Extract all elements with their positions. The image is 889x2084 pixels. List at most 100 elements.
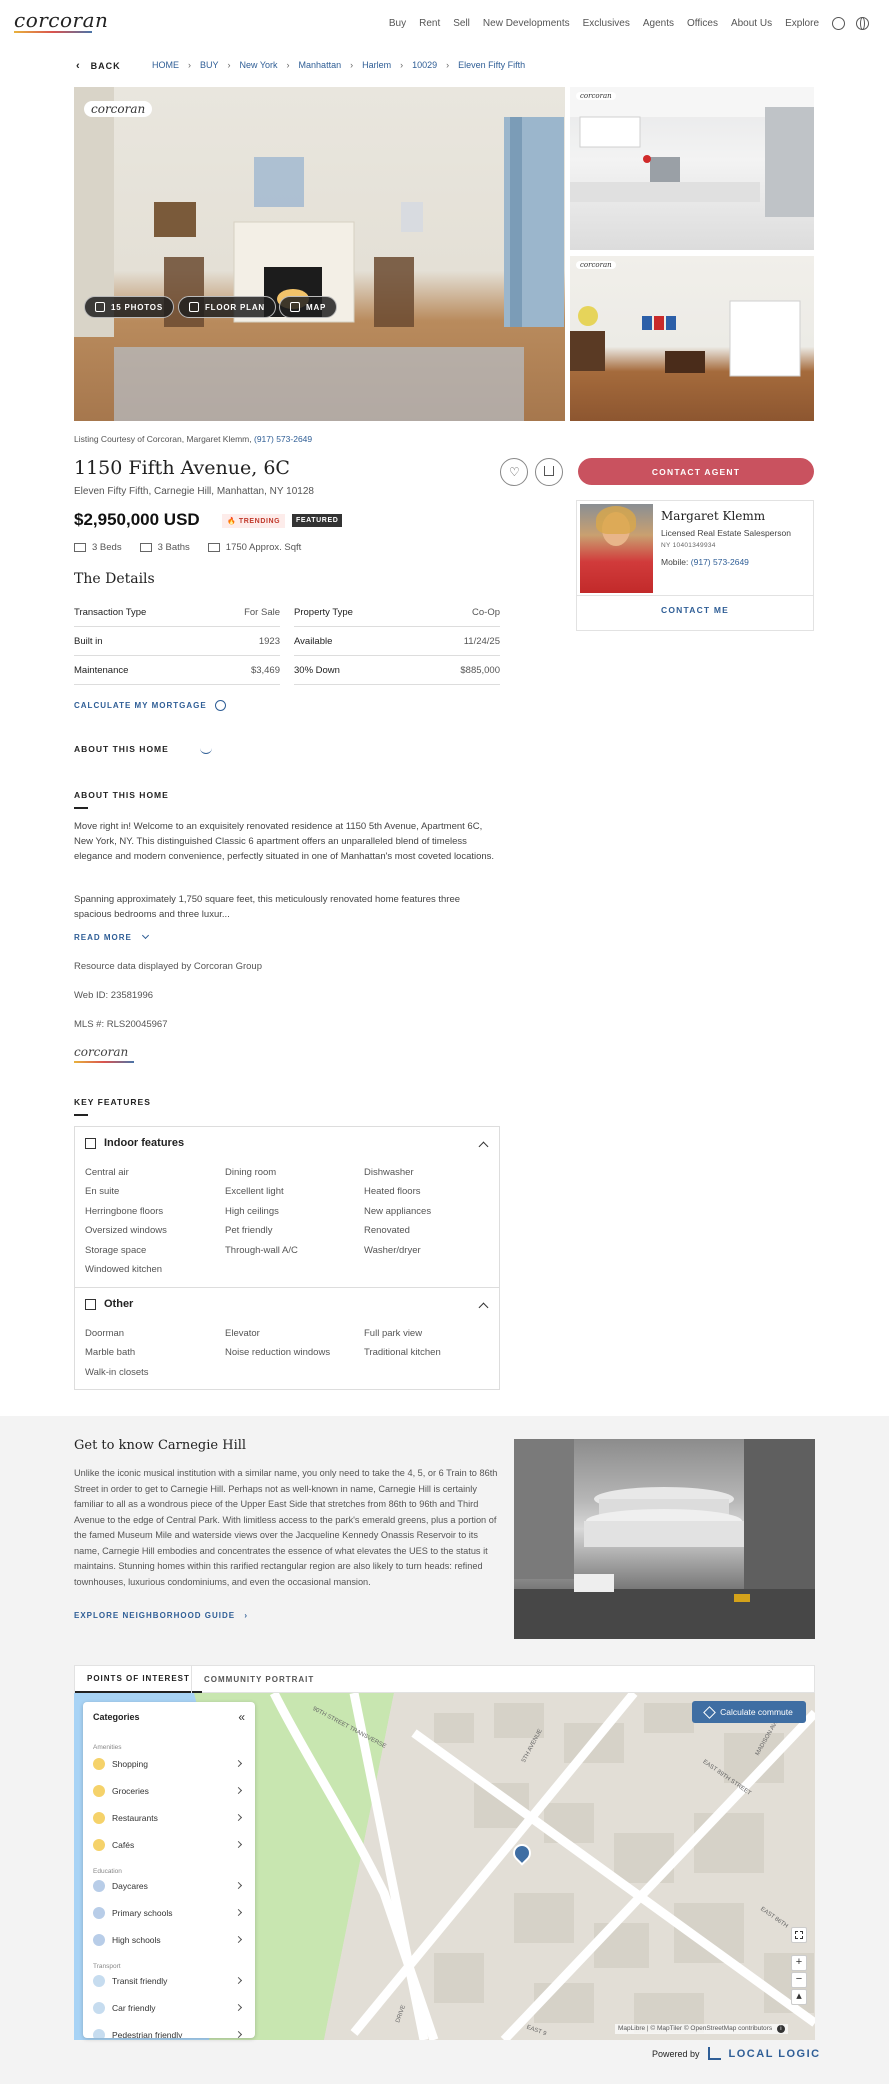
chevron-right-icon bbox=[234, 1759, 243, 1768]
listing-facts: 3 Beds 3 Baths 1750 Approx. Sqft bbox=[74, 542, 301, 553]
collapse-panel-icon[interactable]: « bbox=[238, 1710, 245, 1724]
nav-about-us[interactable]: About Us bbox=[731, 18, 772, 29]
poi-high-schools[interactable]: High schools bbox=[93, 1931, 245, 1949]
about-collapsed-toggle[interactable]: ABOUT THIS HOME bbox=[74, 744, 169, 754]
poi-shopping[interactable]: Shopping bbox=[93, 1755, 245, 1773]
info-icon[interactable]: i bbox=[776, 2025, 785, 2033]
sqft-fact: 1750 Approx. Sqft bbox=[207, 542, 301, 553]
floor-plan-button[interactable]: FLOOR PLAN bbox=[178, 296, 276, 318]
zoom-out-button[interactable]: − bbox=[791, 1972, 807, 1988]
chevron-down-circle-icon bbox=[214, 700, 226, 711]
corcoran-logo[interactable]: corcoran bbox=[14, 8, 108, 32]
favorite-button[interactable]: ♡ bbox=[500, 458, 528, 486]
nav-explore[interactable]: Explore bbox=[785, 18, 819, 29]
key-features-heading: KEY FEATURES bbox=[74, 1097, 151, 1107]
chevron-up-icon[interactable] bbox=[478, 1141, 489, 1152]
kitchen-illustration bbox=[570, 87, 814, 217]
indoor-features-header[interactable]: Indoor features bbox=[85, 1137, 184, 1149]
feature-item: Central air bbox=[85, 1167, 129, 1178]
nav-new-developments[interactable]: New Developments bbox=[483, 18, 570, 29]
chevron-right-icon: › bbox=[400, 60, 404, 70]
feature-item: Walk-in closets bbox=[85, 1367, 149, 1378]
powered-by-local-logic[interactable]: Powered by LOCAL LOGIC bbox=[652, 2047, 821, 2060]
poi-cafes[interactable]: Cafés bbox=[93, 1836, 245, 1854]
about-paragraph-1: Move right in! Welcome to an exquisitely… bbox=[74, 821, 495, 862]
back-button[interactable]: ‹ BACK bbox=[76, 60, 121, 72]
feature-item: Washer/dryer bbox=[364, 1245, 421, 1256]
user-icon[interactable] bbox=[832, 17, 845, 30]
bed-icon bbox=[74, 543, 86, 552]
nav-buy[interactable]: Buy bbox=[389, 18, 406, 29]
logo-underline bbox=[14, 31, 92, 33]
details-row: Maintenance $3,469 bbox=[74, 656, 280, 685]
other-features-header[interactable]: Other bbox=[85, 1298, 133, 1310]
nav-sell[interactable]: Sell bbox=[453, 18, 470, 29]
poi-pedestrian-friendly[interactable]: Pedestrian friendly bbox=[93, 2026, 245, 2038]
fullscreen-button[interactable] bbox=[791, 1927, 807, 1943]
breadcrumb-buy[interactable]: BUY bbox=[200, 60, 219, 70]
chevron-right-icon: › bbox=[244, 1611, 249, 1620]
breadcrumb: HOME › BUY › New York › Manhattan › Harlem › … bbox=[152, 60, 525, 70]
calculate-mortgage-link[interactable]: CALCULATE MY MORTGAGE bbox=[74, 700, 226, 711]
dining-room-illustration bbox=[570, 300, 801, 377]
globe-icon[interactable] bbox=[856, 17, 869, 30]
nav-agents[interactable]: Agents bbox=[643, 18, 674, 29]
breadcrumb-zip[interactable]: 10029 bbox=[412, 60, 437, 70]
breadcrumb-building[interactable]: Eleven Fifty Fifth bbox=[458, 60, 525, 70]
kitchen-photo[interactable]: corcoran bbox=[570, 87, 814, 250]
feature-item: Renovated bbox=[364, 1225, 410, 1236]
bath-icon bbox=[139, 543, 152, 552]
poi-transit-friendly[interactable]: Transit friendly bbox=[93, 1972, 245, 1990]
main-listing-photo[interactable]: corcoran bbox=[74, 87, 565, 421]
chevron-down-icon bbox=[200, 748, 212, 754]
agent-card: Margaret Klemm Licensed Real Estate Sale… bbox=[576, 500, 814, 631]
breadcrumb-manhattan[interactable]: Manhattan bbox=[299, 60, 342, 70]
dining-room-photo[interactable]: corcoran bbox=[570, 256, 814, 421]
share-button[interactable] bbox=[535, 458, 563, 486]
explore-neighborhood-link[interactable]: EXPLORE NEIGHBORHOOD GUIDE › bbox=[74, 1611, 248, 1620]
contact-agent-button[interactable]: CONTACT AGENT bbox=[578, 458, 814, 485]
cafe-icon bbox=[93, 1839, 105, 1851]
map-button[interactable]: MAP bbox=[279, 296, 338, 318]
poi-primary-schools[interactable]: Primary schools bbox=[93, 1904, 245, 1922]
chevron-right-icon bbox=[234, 1881, 243, 1890]
feature-item: Traditional kitchen bbox=[364, 1347, 441, 1358]
chevron-right-icon: › bbox=[286, 60, 290, 70]
breadcrumb-new-york[interactable]: New York bbox=[240, 60, 278, 70]
tab-community-portrait[interactable]: COMMUNITY PORTRAIT bbox=[191, 1666, 326, 1693]
breadcrumb-harlem[interactable]: Harlem bbox=[362, 60, 391, 70]
chevron-right-icon: › bbox=[446, 60, 450, 70]
zoom-in-button[interactable]: + bbox=[791, 1955, 807, 1971]
feature-item: Full park view bbox=[364, 1328, 423, 1339]
chevron-right-icon bbox=[234, 1976, 243, 1985]
fullscreen-icon bbox=[795, 1931, 803, 1939]
floor-plan-icon bbox=[189, 302, 199, 312]
tab-points-of-interest[interactable]: POINTS OF INTEREST bbox=[75, 1666, 202, 1693]
photos-button[interactable]: 15 PHOTOS bbox=[84, 296, 174, 318]
map-attribution: MapLibre | © MapTiler © OpenStreetMap co… bbox=[615, 2024, 788, 2034]
nav-offices[interactable]: Offices bbox=[687, 18, 718, 29]
calculate-commute-button[interactable]: Calculate commute bbox=[692, 1701, 806, 1723]
chevron-up-icon[interactable] bbox=[478, 1302, 489, 1313]
agent-mobile: Mobile: (917) 573-2649 bbox=[661, 557, 749, 567]
nav-rent[interactable]: Rent bbox=[419, 18, 440, 29]
other-icon bbox=[85, 1298, 96, 1310]
read-more-link[interactable]: READ MORE bbox=[74, 931, 150, 942]
breadcrumb-home[interactable]: HOME bbox=[152, 60, 179, 70]
photo-watermark: corcoran bbox=[84, 101, 153, 117]
compass-reset-button[interactable]: ▴ bbox=[791, 1989, 807, 2005]
feature-item: New appliances bbox=[364, 1206, 432, 1217]
poi-daycares[interactable]: Daycares bbox=[93, 1877, 245, 1895]
contact-me-button[interactable]: CONTACT ME bbox=[577, 605, 813, 615]
feature-item: Dining room bbox=[225, 1167, 277, 1178]
poi-car-friendly[interactable]: Car friendly bbox=[93, 1999, 245, 2017]
agent-phone-link[interactable]: (917) 573-2649 bbox=[691, 557, 749, 567]
poi-restaurants[interactable]: Restaurants bbox=[93, 1809, 245, 1827]
feature-item: Marble bath bbox=[85, 1347, 136, 1358]
agent-avatar[interactable] bbox=[580, 504, 653, 593]
courtesy-phone-link[interactable]: (917) 573-2649 bbox=[254, 434, 312, 444]
nav-exclusives[interactable]: Exclusives bbox=[583, 18, 630, 29]
agent-name[interactable]: Margaret Klemm bbox=[661, 509, 765, 523]
poi-groceries[interactable]: Groceries bbox=[93, 1782, 245, 1800]
agent-license: NY 10401349934 bbox=[661, 542, 716, 549]
